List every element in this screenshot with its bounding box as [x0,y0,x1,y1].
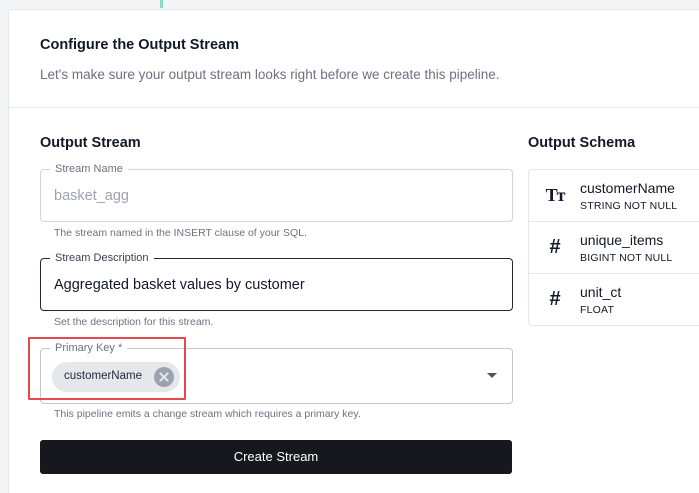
page-title: Configure the Output Stream [40,37,239,53]
dropdown-caret-icon[interactable] [487,373,497,378]
number-type-icon: # [549,288,561,310]
card-header: Configure the Output Stream Let's make s… [9,10,699,108]
accent-line [160,0,163,8]
stream-description-label: Stream Description [50,252,154,264]
primary-key-select[interactable]: Primary Key * customerName [40,342,513,404]
column-name: customerName [580,180,675,196]
number-type-icon: # [549,236,561,258]
stream-name-helper: The stream named in the INSERT clause of… [54,227,307,239]
stream-description-helper: Set the description for this stream. [54,316,214,328]
output-stream-title: Output Stream [40,135,141,151]
column-type: FLOAT [580,304,615,316]
schema-row: Tт customerName STRING NOT NULL [529,170,699,222]
column-name: unique_items [580,232,664,248]
column-name: unit_ct [580,284,622,300]
stream-description-input[interactable]: Aggregated basket values by customer [54,277,305,293]
schema-row: # unit_ct FLOAT [529,274,699,326]
page-subtitle: Let's make sure your output stream looks… [40,67,500,82]
primary-key-chip: customerName [52,362,180,392]
column-type: STRING NOT NULL [580,200,678,212]
column-type: BIGINT NOT NULL [580,252,673,264]
stream-name-label: Stream Name [50,163,128,175]
primary-key-chip-label: customerName [64,370,142,382]
stream-name-field: Stream Name basket_agg [40,163,513,222]
output-schema-list: Tт customerName STRING NOT NULL # unique… [528,169,699,326]
primary-key-helper: This pipeline emits a change stream whic… [54,408,361,420]
output-schema-title: Output Schema [528,135,636,151]
stream-description-field[interactable]: Stream Description Aggregated basket val… [40,252,513,311]
schema-row: # unique_items BIGINT NOT NULL [529,222,699,274]
create-stream-button[interactable]: Create Stream [40,440,512,474]
stream-name-value: basket_agg [54,188,129,204]
chip-remove-icon[interactable] [154,367,174,387]
primary-key-label: Primary Key * [50,342,128,354]
text-type-icon: Tт [545,185,566,205]
